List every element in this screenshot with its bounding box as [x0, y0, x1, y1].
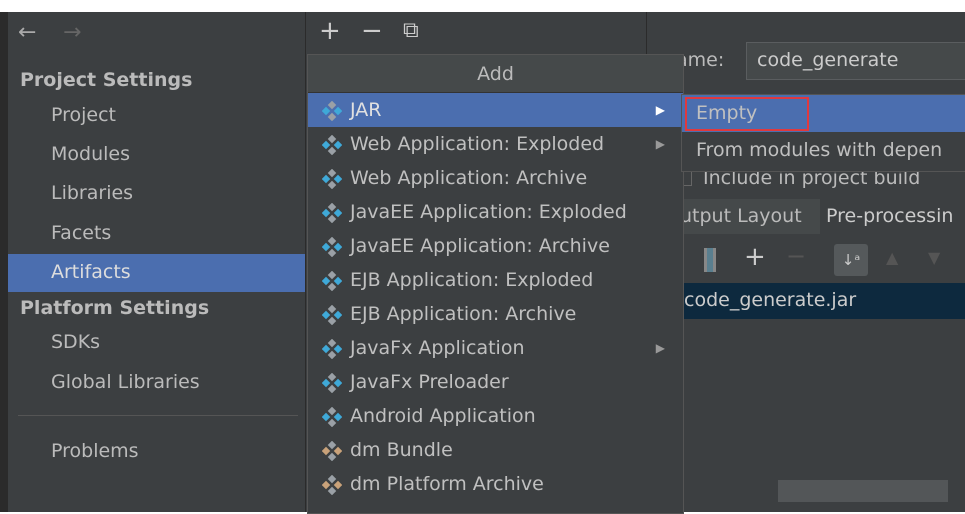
copy-icon[interactable]: ⧉ [403, 18, 419, 43]
archive-icon[interactable] [704, 248, 716, 272]
menu-item-ejb-application-exploded[interactable]: EJB Application: Exploded [308, 263, 683, 297]
menu-item-label: JavaEE Application: Exploded [350, 201, 627, 223]
jar-icon [322, 101, 342, 121]
back-arrow-icon[interactable]: ← [18, 20, 36, 45]
menu-item-javaee-application-archive[interactable]: JavaEE Application: Archive [308, 229, 683, 263]
menu-item-label: JavaFx Preloader [350, 371, 509, 393]
sidebar-item-global-libraries[interactable]: Global Libraries [51, 371, 349, 393]
highlight-box [685, 97, 809, 131]
tab-pre-processing[interactable]: Pre-processin [820, 199, 965, 234]
move-up-icon[interactable]: ▲ [886, 248, 898, 267]
menu-item-label: Android Application [350, 405, 536, 427]
menu-item-label: dm Bundle [350, 439, 453, 461]
dm-bundle-icon [322, 441, 342, 461]
dm-platform-icon [322, 475, 342, 495]
platform-settings-heading: Platform Settings [20, 297, 210, 319]
forward-arrow-icon[interactable]: → [63, 20, 81, 45]
menu-item-ejb-application-archive[interactable]: EJB Application: Archive [308, 297, 683, 331]
sidebar-item-libraries[interactable]: Libraries [51, 182, 349, 204]
project-settings-heading: Project Settings [20, 69, 193, 91]
menu-item-android-application[interactable]: Android Application [308, 399, 683, 433]
sidebar: ← → Project Settings Project Modules Lib… [8, 12, 306, 512]
javafx-icon [322, 373, 342, 393]
remove-icon[interactable]: − [361, 16, 383, 46]
sidebar-item-artifacts[interactable]: Artifacts [8, 254, 305, 292]
javaee-icon [322, 237, 342, 257]
menu-item-dm-platform-archive[interactable]: dm Platform Archive [308, 467, 683, 501]
menu-item-javafx-application[interactable]: JavaFx Application ▶ [308, 331, 683, 365]
web-app-icon [322, 169, 342, 189]
layout-toolbar: + − ↓ᵃ ▲ ▼ [648, 240, 965, 280]
web-app-icon [322, 135, 342, 155]
menu-item-label: dm Platform Archive [350, 473, 544, 495]
menu-item-label: EJB Application: Archive [350, 303, 577, 325]
javafx-icon [322, 339, 342, 359]
artifacts-toolbar: + − ⧉ [307, 12, 647, 54]
sidebar-item-facets[interactable]: Facets [51, 222, 349, 244]
name-input[interactable]: code_generate [746, 42, 965, 80]
menu-item-label: JavaFx Application [350, 337, 525, 359]
sidebar-item-problems[interactable]: Problems [51, 440, 349, 462]
sidebar-item-label: Artifacts [51, 261, 131, 283]
tab-bar: utput Layout Pre-processin [648, 199, 965, 234]
ejb-icon [322, 305, 342, 325]
submenu-arrow-icon: ▶ [655, 341, 665, 355]
sidebar-item-project[interactable]: Project [51, 104, 349, 126]
tree-item-jar[interactable]: code_generate.jar [648, 283, 965, 319]
sidebar-item-sdks[interactable]: SDKs [51, 331, 349, 353]
divider [18, 415, 298, 416]
left-edge [0, 12, 8, 512]
menu-item-javaee-application-exploded[interactable]: JavaEE Application: Exploded [308, 195, 683, 229]
menu-item-label: JavaEE Application: Archive [350, 235, 610, 257]
menu-item-label: Web Application: Exploded [350, 133, 605, 155]
menu-item-label: Web Application: Archive [350, 167, 588, 189]
menu-item-label: JAR [350, 99, 382, 121]
add-icon[interactable]: + [319, 16, 341, 46]
artifact-detail-panel: ame: code_generate Include in project bu… [648, 12, 965, 512]
add-artifact-menu: Add JAR ▶ Web Application: Exploded ▶ Web Ap… [307, 54, 684, 514]
menu-item-jar[interactable]: JAR ▶ [308, 93, 683, 127]
submenu-arrow-icon: ▶ [655, 103, 665, 117]
menu-item-web-application-exploded[interactable]: Web Application: Exploded ▶ [308, 127, 683, 161]
menu-item-dm-bundle[interactable]: dm Bundle [308, 433, 683, 467]
menu-item-label: EJB Application: Exploded [350, 269, 594, 291]
submenu-arrow-icon: ▶ [655, 137, 665, 151]
javaee-icon [322, 203, 342, 223]
menu-title: Add [308, 55, 683, 93]
remove-element-icon[interactable]: − [786, 242, 806, 270]
menu-item-web-application-archive[interactable]: Web Application: Archive [308, 161, 683, 195]
tab-output-layout[interactable]: utput Layout [680, 205, 802, 227]
add-element-icon[interactable]: + [744, 242, 766, 272]
android-icon [322, 407, 342, 427]
ejb-icon [322, 271, 342, 291]
sidebar-item-modules[interactable]: Modules [51, 143, 349, 165]
jar-submenu: Empty From modules with depen [681, 94, 965, 172]
submenu-item-empty[interactable]: Empty [682, 95, 965, 132]
move-down-icon[interactable]: ▼ [928, 248, 940, 267]
watermark [778, 480, 948, 502]
menu-item-javafx-preloader[interactable]: JavaFx Preloader [308, 365, 683, 399]
sort-icon[interactable]: ↓ᵃ [834, 244, 868, 276]
submenu-item-from-modules[interactable]: From modules with depen [682, 132, 965, 169]
